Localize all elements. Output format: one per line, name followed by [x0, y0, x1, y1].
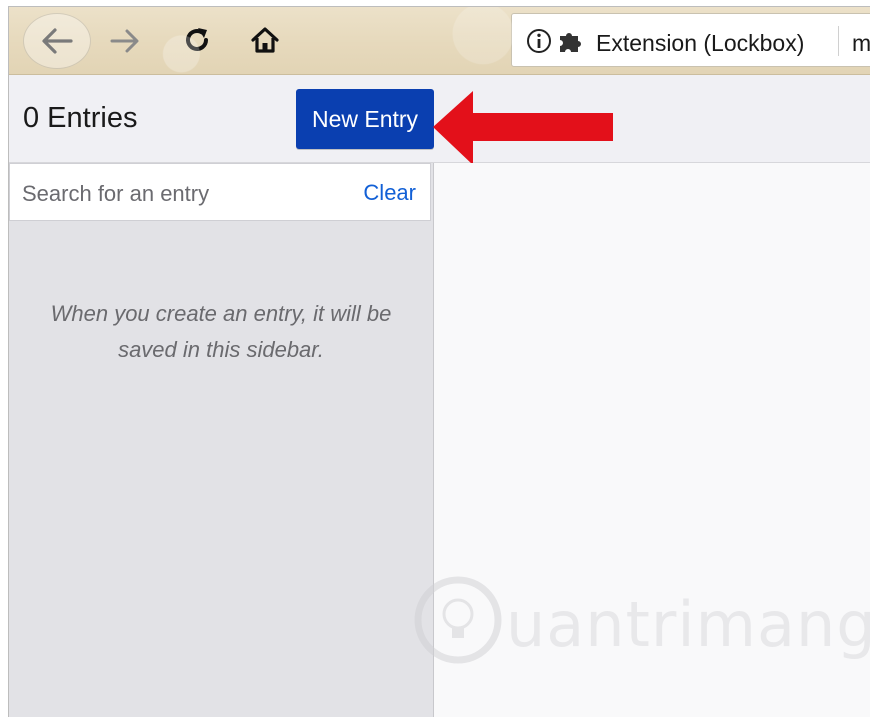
- url-separator: [838, 26, 839, 56]
- search-box: Clear: [9, 163, 431, 221]
- app-header: 0 Entries New Entry: [9, 75, 870, 165]
- entries-sidebar: Clear When you create an entry, it will …: [9, 163, 434, 717]
- home-button[interactable]: [245, 20, 285, 60]
- watermark: uantrimang: [410, 572, 870, 672]
- forward-arrow-icon: [110, 29, 139, 53]
- reload-icon: [186, 28, 208, 51]
- url-overflow-text: m: [852, 30, 870, 56]
- search-input[interactable]: [20, 178, 344, 210]
- puzzle-piece-icon: [560, 33, 581, 52]
- watermark-text: uantrimang: [506, 588, 870, 661]
- reload-button[interactable]: [177, 20, 217, 60]
- forward-button[interactable]: [105, 21, 145, 61]
- info-icon[interactable]: [526, 28, 552, 54]
- new-entry-button[interactable]: New Entry: [296, 89, 434, 149]
- browser-toolbar: Extension (Lockbox) m: [9, 7, 870, 75]
- home-icon: [251, 27, 279, 53]
- empty-state-message: When you create an entry, it will be sav…: [50, 301, 392, 362]
- url-bar[interactable]: Extension (Lockbox) m: [511, 13, 870, 67]
- url-text: Extension (Lockbox): [596, 30, 805, 56]
- clear-button[interactable]: Clear: [363, 180, 416, 206]
- lightbulb-logo-icon: [414, 576, 502, 664]
- back-button[interactable]: [23, 13, 91, 69]
- entries-count: 0 Entries: [23, 102, 138, 134]
- back-arrow-icon: [42, 28, 73, 54]
- annotation-arrow-icon: [433, 91, 613, 165]
